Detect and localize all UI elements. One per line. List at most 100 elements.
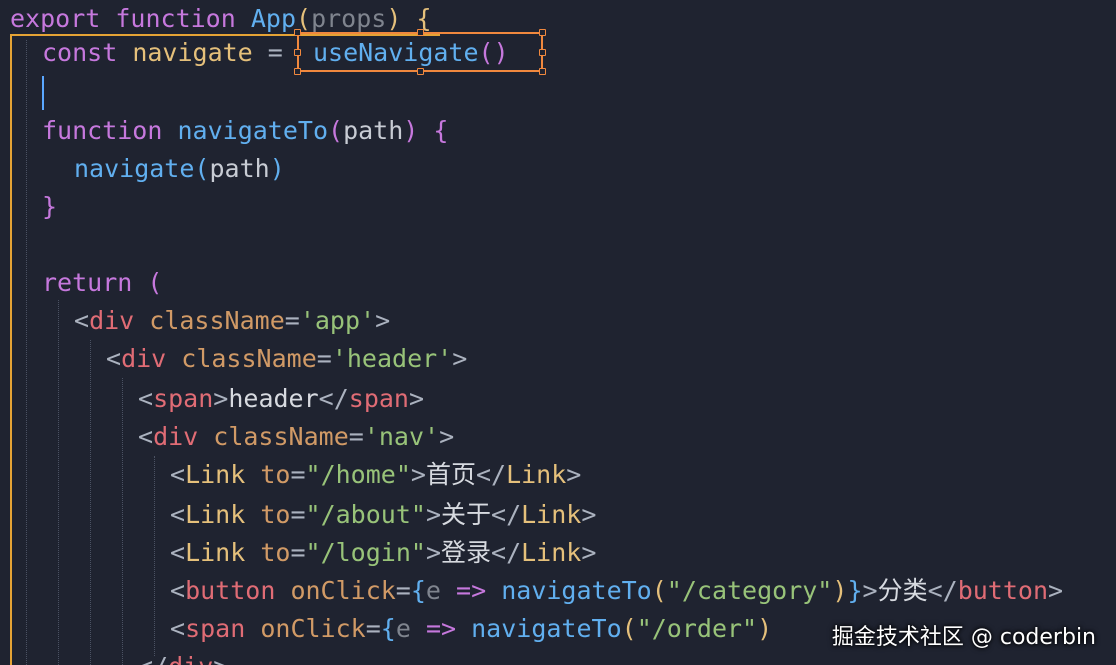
- code-token: function: [115, 4, 236, 33]
- code-token: </: [491, 500, 522, 529]
- code-token: className: [149, 306, 285, 335]
- code-token: <: [106, 344, 122, 373]
- code-line: <Link to="/about">关于</Link>: [170, 496, 596, 534]
- code-token: >: [439, 422, 455, 451]
- code-line: <Link to="/login">登录</Link>: [170, 534, 596, 572]
- resize-handle-top[interactable]: [417, 29, 424, 36]
- code-token: path: [343, 116, 404, 145]
- code-token: </: [927, 576, 958, 605]
- code-token: =: [348, 422, 364, 451]
- selection-box[interactable]: [294, 29, 546, 75]
- indent-guide: [58, 300, 59, 665]
- code-token: =: [290, 538, 306, 567]
- code-line: function navigateTo(path) {: [42, 112, 448, 150]
- resize-handle-bottom-left[interactable]: [294, 68, 301, 75]
- code-token: Link: [521, 500, 582, 529]
- code-token: div: [168, 652, 213, 665]
- code-token: >: [213, 384, 229, 413]
- code-token: function: [42, 116, 163, 145]
- code-token: 首页: [425, 460, 476, 489]
- code-token: Link: [185, 460, 246, 489]
- code-token: {: [410, 576, 426, 605]
- code-token: =: [395, 576, 411, 605]
- code-token: "/about": [305, 500, 426, 529]
- code-line: <div className='header'>: [106, 340, 467, 378]
- resize-handle-left[interactable]: [294, 49, 301, 56]
- code-token: </: [138, 652, 168, 665]
- code-token: "/order": [636, 614, 758, 643]
- code-token: "/category": [666, 576, 833, 605]
- code-token: 分类: [877, 576, 928, 605]
- code-token: Link: [185, 538, 246, 567]
- code-line: }: [42, 188, 57, 226]
- code-token: 关于: [441, 500, 492, 529]
- code-token: (: [651, 576, 667, 605]
- code-token: =: [290, 500, 306, 529]
- code-line: navigate(path): [74, 150, 285, 188]
- code-token: >: [581, 538, 597, 567]
- code-token: span: [185, 614, 246, 643]
- resize-handle-top-left[interactable]: [294, 29, 301, 36]
- code-token: (: [194, 154, 210, 183]
- resize-handle-right[interactable]: [539, 49, 546, 56]
- code-token: Link: [185, 500, 246, 529]
- indent-guide: [154, 456, 155, 656]
- code-token: "/home": [305, 460, 411, 489]
- code-token: <: [170, 500, 186, 529]
- code-line: <span>header</span>: [138, 380, 424, 418]
- code-token: =>: [456, 576, 487, 605]
- code-token: >: [213, 652, 228, 665]
- code-token: {: [380, 614, 396, 643]
- code-token: "/login": [305, 538, 426, 567]
- code-token: =: [290, 460, 306, 489]
- code-token: =: [252, 38, 283, 67]
- resize-handle-top-right[interactable]: [539, 29, 546, 36]
- code-line: <Link to="/home">首页</Link>: [170, 456, 581, 494]
- code-token: >: [581, 500, 597, 529]
- code-token: <: [170, 460, 186, 489]
- code-token: div: [89, 306, 135, 335]
- code-token: navigate: [132, 38, 253, 67]
- code-token: header: [228, 384, 319, 413]
- code-token: <: [138, 422, 154, 451]
- code-token: </: [491, 538, 522, 567]
- code-line: <button onClick={e => navigateTo("/categ…: [170, 572, 1063, 610]
- resize-handle-bottom-right[interactable]: [539, 68, 546, 75]
- code-line: return (: [42, 264, 162, 302]
- code-token: {: [433, 116, 449, 145]
- code-token: to: [260, 500, 291, 529]
- code-token: path: [209, 154, 270, 183]
- code-token: onClick: [290, 576, 396, 605]
- code-token: <: [138, 384, 154, 413]
- code-token: =>: [425, 614, 457, 643]
- code-editor[interactable]: export function App (props) {const naviga…: [0, 0, 1116, 665]
- code-token: onClick: [260, 614, 366, 643]
- code-token: 'app': [299, 306, 376, 335]
- code-token: span: [153, 384, 214, 413]
- code-token: >: [408, 384, 425, 413]
- code-line: <div className='app'>: [74, 302, 390, 340]
- code-token: <: [170, 538, 186, 567]
- code-token: 登录: [441, 538, 492, 567]
- indent-guide: [90, 340, 91, 665]
- resize-handle-bottom[interactable]: [417, 68, 424, 75]
- code-token: ): [269, 154, 285, 183]
- code-token: >: [452, 344, 468, 373]
- text-cursor: [42, 76, 44, 110]
- code-token: >: [862, 576, 878, 605]
- code-token: 'nav': [363, 422, 440, 451]
- code-token: navigate: [74, 154, 195, 183]
- code-token: span: [348, 384, 409, 413]
- code-token: ): [386, 4, 402, 33]
- code-token: =: [316, 344, 332, 373]
